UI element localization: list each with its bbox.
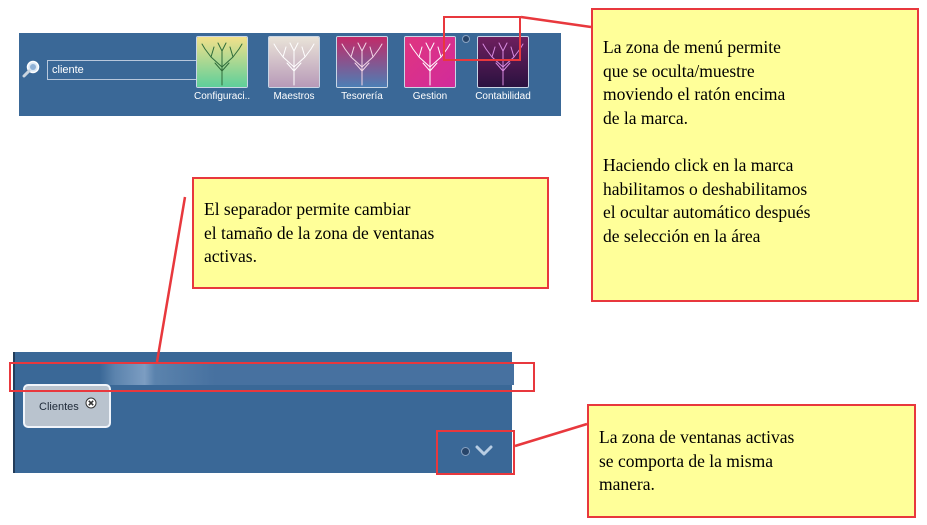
tree-icon — [337, 37, 387, 87]
tree-icon — [269, 37, 319, 87]
tile-label: Maestros — [273, 91, 315, 102]
tile-thumbnail — [268, 36, 320, 88]
callout-line: manera. — [599, 474, 655, 495]
callout-line: se comporta de la misma — [599, 450, 773, 471]
menu-tile-maestros[interactable]: Maestros — [266, 36, 322, 102]
window-zone-marker-highlight-box — [436, 430, 515, 475]
tile-label: Contabilidad — [475, 91, 531, 102]
callout-line: el tamaño de la zona de ventanas — [204, 222, 435, 243]
callout-window-zone: La zona de ventanas activas se comporta … — [587, 404, 916, 518]
tile-thumbnail — [336, 36, 388, 88]
callout-line: La zona de ventanas activas — [599, 427, 795, 447]
callout-line: moviendo el ratón encima — [603, 84, 786, 105]
callout-line: Haciendo click en la marca — [603, 154, 794, 175]
callout-line: La zona de menú permite — [603, 37, 781, 57]
callout-line: que se oculta/muestre — [603, 60, 755, 81]
callout-line: el ocultar automático después — [603, 202, 811, 223]
callout-line — [603, 130, 917, 154]
tile-label: Tesorería — [341, 91, 383, 102]
search-input[interactable] — [47, 60, 202, 80]
callout-line: activas. — [204, 246, 257, 267]
close-icon[interactable] — [85, 397, 97, 409]
window-tab-label: Clientes — [39, 401, 79, 413]
menu-tile-configuracion[interactable]: Configuraci... — [194, 36, 250, 102]
tile-label: Gestion — [412, 91, 448, 102]
separator-highlight-box — [9, 362, 535, 392]
callout-menu-zone: La zona de menú permite que se oculta/mu… — [591, 8, 919, 302]
callout-line: habilitamos o deshabilitamos — [603, 178, 808, 199]
menu-tile-tesoreria[interactable]: Tesorería — [334, 36, 390, 102]
tile-thumbnail — [196, 36, 248, 88]
tile-label: Configuraci... — [194, 91, 250, 102]
callout-line: de la marca. — [603, 107, 689, 128]
search-icon[interactable] — [22, 60, 40, 78]
tree-icon — [197, 37, 247, 87]
marker-highlight-box — [443, 16, 521, 61]
callout-line: de selección en la área — [603, 225, 761, 246]
callout-separator: El separador permite cambiar el tamaño d… — [192, 177, 549, 289]
callout-line: El separador permite cambiar — [204, 199, 411, 219]
